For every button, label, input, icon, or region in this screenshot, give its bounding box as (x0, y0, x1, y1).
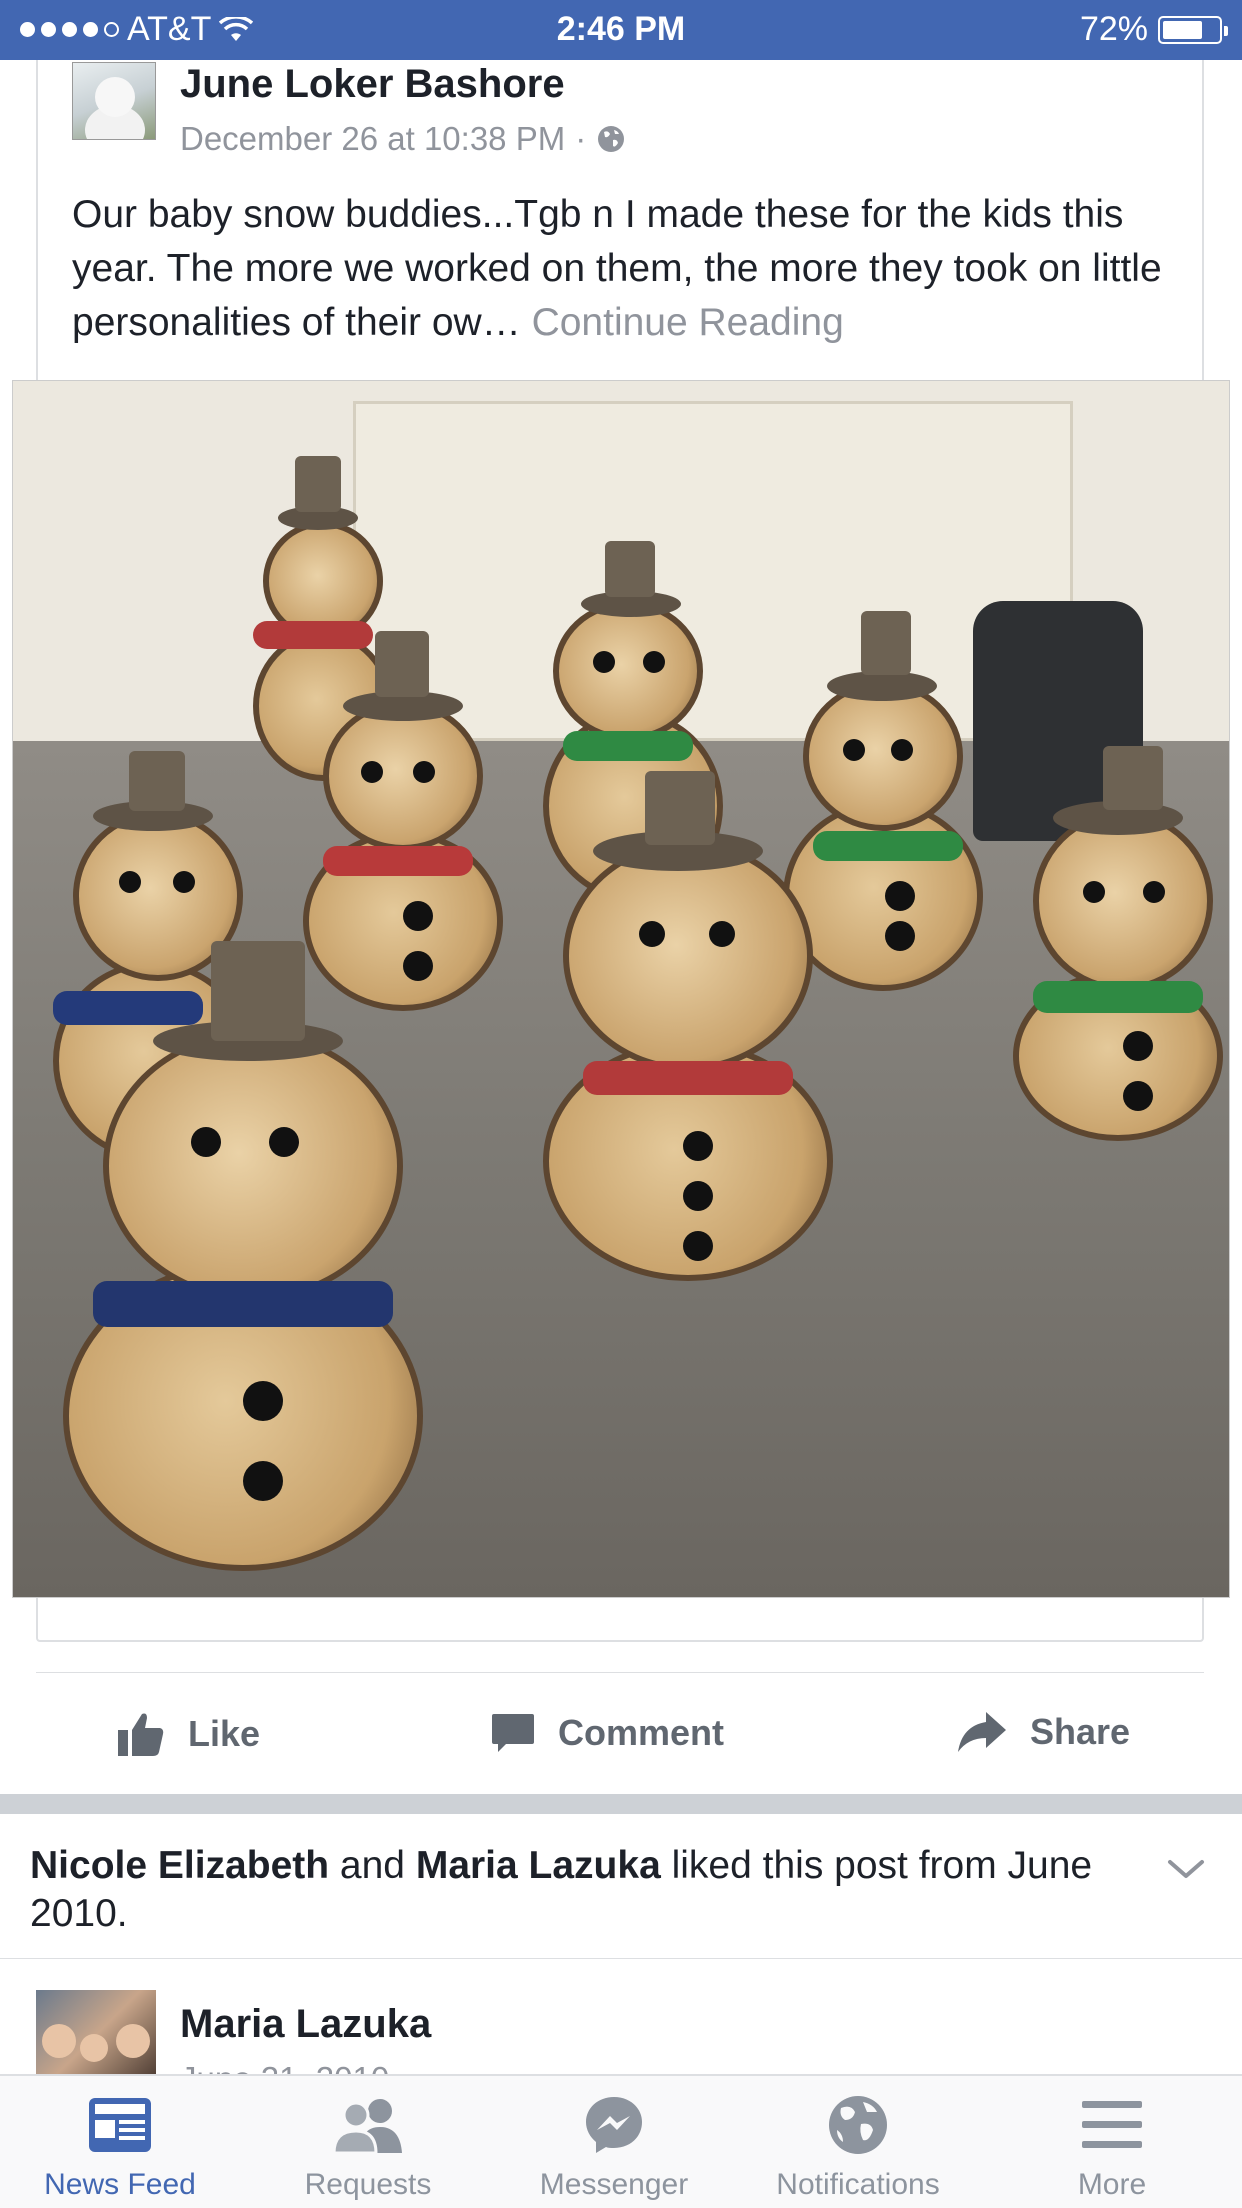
share-button[interactable]: Share (956, 1710, 1130, 1754)
comment-icon (492, 1714, 534, 1752)
second-author-avatar[interactable] (36, 1990, 156, 2080)
messenger-icon (586, 2097, 642, 2153)
tab-news-feed[interactable]: News Feed (0, 2090, 240, 2202)
story-name-2[interactable]: Maria Lazuka (416, 1844, 661, 1887)
tab-label: Messenger (539, 2168, 689, 2201)
author-avatar[interactable] (72, 62, 156, 140)
post-photo[interactable] (12, 380, 1230, 1598)
globe-icon (829, 2096, 887, 2154)
story-name-1[interactable]: Nicole Elizabeth (30, 1844, 329, 1887)
battery-icon (1158, 15, 1228, 44)
hamburger-menu-icon (1082, 2101, 1142, 2148)
share-icon (958, 1712, 1006, 1752)
divider (0, 1958, 1242, 1959)
friend-requests-icon (332, 2099, 402, 2155)
post-author-name[interactable]: June Loker Bashore (180, 62, 565, 107)
post-actions: Like Comment Share (0, 1690, 1242, 1790)
divider (36, 1672, 1204, 1673)
battery-percent: 72% (1079, 10, 1148, 48)
like-label: Like (188, 1713, 261, 1754)
tab-notifications[interactable]: Notifications (738, 2090, 978, 2202)
meta-separator: · (575, 120, 587, 157)
continue-reading-link[interactable]: Continue Reading (532, 301, 844, 344)
second-post-author-name[interactable]: Maria Lazuka (180, 2002, 431, 2047)
battery-fill (1163, 20, 1202, 39)
post-card-bottom (36, 1598, 1204, 1642)
tab-requests[interactable]: Requests (248, 2090, 488, 2202)
tab-label: Notifications (776, 2168, 940, 2201)
tab-label: Requests (304, 2168, 432, 2201)
globe-icon (598, 126, 625, 152)
status-time: 2:46 PM (556, 10, 686, 48)
status-bar: AT&T 2:46 PM 72% (0, 0, 1242, 60)
tab-label: More (1077, 2168, 1147, 2201)
like-button[interactable]: Like (116, 1710, 260, 1758)
post-text: Our baby snow buddies...Tgb n I made the… (72, 188, 1182, 350)
post-meta: December 26 at 10:38 PM · (180, 120, 626, 158)
second-post-timestamp[interactable]: June 21, 2010 · (180, 2060, 409, 2074)
news-feed-icon (89, 2098, 151, 2152)
liked-story-text: Nicole Elizabeth and Maria Lazuka liked … (30, 1842, 1130, 1938)
share-label: Share (1030, 1711, 1131, 1752)
thumbs-up-icon (118, 1713, 164, 1756)
comment-button[interactable]: Comment (490, 1710, 724, 1756)
tab-messenger[interactable]: Messenger (494, 2090, 734, 2202)
tab-bar: News Feed Requests Messenger Notificatio… (0, 2074, 1242, 2208)
story-and: and (329, 1844, 416, 1887)
status-right: 72% (1079, 10, 1228, 49)
chevron-down-icon[interactable] (1166, 1856, 1206, 1882)
tab-more[interactable]: More (992, 2090, 1232, 2202)
comment-label: Comment (558, 1712, 725, 1753)
post-timestamp[interactable]: December 26 at 10:38 PM (180, 120, 565, 158)
tab-label: News Feed (44, 2168, 196, 2201)
feed-separator (0, 1794, 1242, 1814)
